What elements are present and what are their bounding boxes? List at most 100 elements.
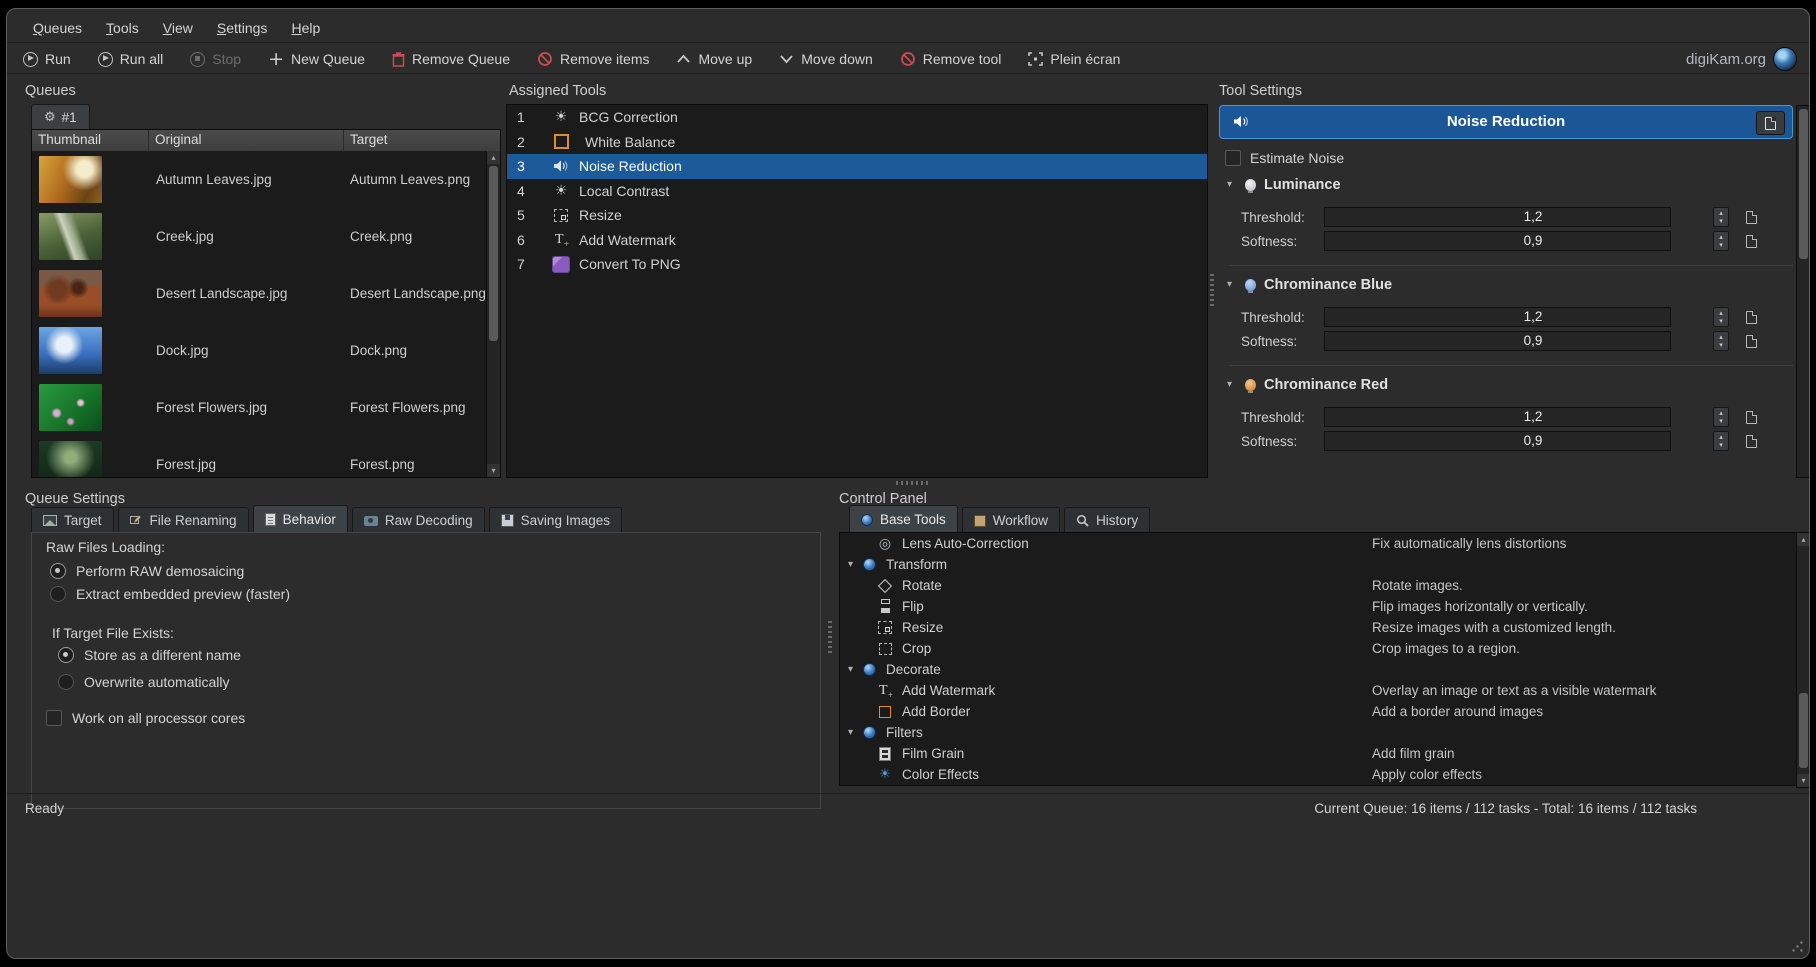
spinner[interactable]: ▴▾ [1713,331,1729,351]
menu-settings[interactable]: Settings [207,17,278,39]
scroll-up-icon[interactable]: ▴ [1797,533,1810,546]
collapse-arrow-icon[interactable]: ▾ [1227,280,1237,290]
move-down-button[interactable]: Move down [779,51,873,67]
tree-item-flip[interactable]: Flip Flip images horizontally or vertica… [840,596,1796,617]
table-row[interactable]: Creek.jpg Creek.png [32,208,500,265]
luminance-section-header[interactable]: ▾ Luminance [1227,177,1341,193]
expander-icon[interactable]: ▾ [848,665,860,675]
list-item[interactable]: 6 T+ Add Watermark [507,228,1207,253]
reset-value-icon[interactable] [1746,411,1757,424]
tab-saving-images[interactable]: Saving Images [489,507,622,533]
tool-help-button[interactable] [1756,111,1785,135]
menu-help[interactable]: Help [281,17,330,39]
spinner[interactable]: ▴▾ [1713,231,1729,251]
list-item[interactable]: 7 Convert To PNG [507,252,1207,277]
tab-base-tools[interactable]: Base Tools [849,505,958,533]
expander-icon[interactable]: ▾ [848,560,860,570]
threshold-slider[interactable]: 1,2 [1324,407,1671,427]
softness-slider[interactable]: 0,9 [1324,331,1671,351]
chrominance-red-section-header[interactable]: ▾ Chrominance Red [1227,377,1388,393]
expander-icon[interactable]: ▾ [848,728,860,738]
table-row[interactable]: Forest Flowers.jpg Forest Flowers.png [32,379,500,436]
spinner[interactable]: ▴▾ [1713,207,1729,227]
spinner[interactable]: ▴▾ [1713,431,1729,451]
tree-item-lens-auto-correction[interactable]: ◎ Lens Auto-Correction Fix automatically… [840,533,1796,554]
menu-tools[interactable]: Tools [96,17,149,39]
list-item[interactable]: 1 ☀ BCG Correction [507,105,1207,130]
reset-value-icon[interactable] [1746,435,1757,448]
radio-icon[interactable] [50,563,66,579]
softness-slider[interactable]: 0,9 [1324,431,1671,451]
tool-settings-scrollbar[interactable] [1796,105,1810,478]
scroll-up-icon[interactable]: ▴ [487,151,500,164]
threshold-slider[interactable]: 1,2 [1324,207,1671,227]
tab-history[interactable]: History [1064,507,1150,533]
reset-value-icon[interactable] [1746,211,1757,224]
column-thumbnail[interactable]: Thumbnail [32,130,149,151]
list-item[interactable]: 5 Resize [507,203,1207,228]
threshold-slider[interactable]: 1,2 [1324,307,1671,327]
move-up-button[interactable]: Move up [676,51,752,67]
radio-perform-raw-demosaicing[interactable]: Perform RAW demosaicing [50,563,244,579]
run-button[interactable]: Run [23,51,71,67]
softness-slider[interactable]: 0,9 [1324,231,1671,251]
menu-view[interactable]: View [153,17,203,39]
scrollbar-thumb[interactable] [1799,109,1808,259]
radio-extract-embedded-preview[interactable]: Extract embedded preview (faster) [50,586,290,602]
table-row[interactable]: Dock.jpg Dock.png [32,322,500,379]
tree-item-add-watermark[interactable]: T+ Add Watermark Overlay an image or tex… [840,680,1796,701]
resize-grip[interactable] [1791,940,1804,953]
tab-raw-decoding[interactable]: Raw Decoding [352,507,485,533]
tab-file-renaming[interactable]: File Renaming [118,507,249,533]
scrollbar-thumb[interactable] [1799,693,1808,768]
collapse-arrow-icon[interactable]: ▾ [1227,380,1237,390]
spinner[interactable]: ▴▾ [1713,407,1729,427]
list-item[interactable]: 2 White Balance [507,130,1207,155]
checkbox-all-processor-cores[interactable]: Work on all processor cores [46,710,245,726]
queue-table-scrollbar[interactable]: ▴ ▾ [486,151,500,477]
list-item[interactable]: 4 ☀ Local Contrast [507,179,1207,204]
tree-group-decorate[interactable]: ▾ Decorate [840,659,1796,680]
list-item-selected[interactable]: 3 Noise Reduction [507,154,1207,179]
checkbox-icon[interactable] [46,710,62,726]
menu-queues[interactable]: Queues [23,17,92,39]
remove-tool-button[interactable]: Remove tool [900,51,1002,67]
scroll-down-icon[interactable]: ▾ [487,464,500,477]
radio-icon[interactable] [58,647,74,663]
radio-icon[interactable] [58,674,74,690]
tab-behavior[interactable]: Behavior [253,505,348,533]
scrollbar-thumb[interactable] [489,166,498,341]
tab-workflow[interactable]: Workflow [962,507,1060,533]
queue-tab-1[interactable]: ⚙ #1 [31,104,90,130]
reset-value-icon[interactable] [1746,311,1757,324]
remove-items-button[interactable]: Remove items [537,51,649,67]
remove-queue-button[interactable]: Remove Queue [392,51,510,67]
table-row[interactable]: Autumn Leaves.jpg Autumn Leaves.png [32,151,500,208]
panel-splitter-handle[interactable] [1210,274,1214,308]
radio-overwrite-automatically[interactable]: Overwrite automatically [58,674,230,690]
estimate-noise-checkbox[interactable] [1225,150,1241,166]
spinner[interactable]: ▴▾ [1713,307,1729,327]
reset-value-icon[interactable] [1746,235,1757,248]
column-target[interactable]: Target [344,130,500,151]
chrominance-blue-section-header[interactable]: ▾ Chrominance Blue [1227,277,1392,293]
control-panel-scrollbar[interactable]: ▴ ▾ [1796,532,1810,788]
fullscreen-button[interactable]: Plein écran [1028,51,1120,67]
reset-value-icon[interactable] [1746,335,1757,348]
tree-item-rotate[interactable]: Rotate Rotate images. [840,575,1796,596]
horizontal-splitter-handle[interactable] [896,481,930,485]
tab-target[interactable]: Target [31,507,114,533]
estimate-noise-option[interactable]: Estimate Noise [1225,150,1344,166]
collapse-arrow-icon[interactable]: ▾ [1227,180,1237,190]
new-queue-button[interactable]: +New Queue [268,50,365,69]
column-original[interactable]: Original [149,130,344,151]
run-all-button[interactable]: Run all [98,51,164,67]
radio-store-different-name[interactable]: Store as a different name [58,647,241,663]
tree-item-add-border[interactable]: Add Border Add a border around images [840,701,1796,722]
scroll-down-icon[interactable]: ▾ [1797,774,1810,787]
vertical-splitter-handle[interactable] [828,621,832,655]
tree-group-transform[interactable]: ▾ Transform [840,554,1796,575]
tree-item-resize[interactable]: Resize Resize images with a customized l… [840,617,1796,638]
radio-icon[interactable] [50,586,66,602]
table-row[interactable]: Desert Landscape.jpg Desert Landscape.pn… [32,265,500,322]
